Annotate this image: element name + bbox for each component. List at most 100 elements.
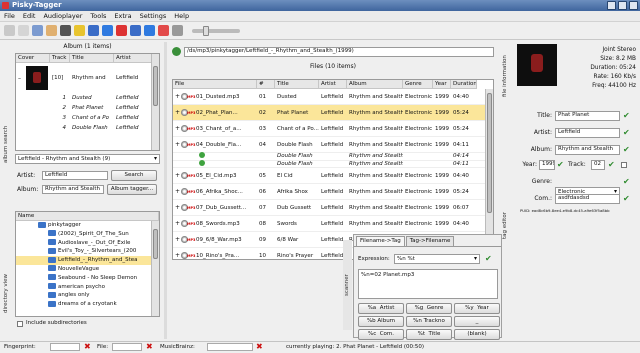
col-number[interactable]: #: [257, 80, 275, 89]
col-title[interactable]: Title: [70, 54, 114, 63]
apply-expression-icon[interactable]: ✔: [485, 255, 492, 263]
album-track-row[interactable]: 4 Double Flash Leftfield: [16, 123, 159, 133]
menu-settings[interactable]: Settings: [140, 12, 167, 20]
album-row[interactable]: – [10] Rhythm and Leftfield: [16, 63, 159, 93]
col-year[interactable]: Year: [433, 80, 451, 89]
album-track-row[interactable]: 3 Chant of a Po Leftfield: [16, 113, 159, 123]
genre-placeholder-button[interactable]: %g Genre: [406, 303, 452, 314]
search-button[interactable]: Search: [111, 170, 157, 181]
tag-editor-tab[interactable]: tag editor: [501, 112, 510, 340]
tree-item[interactable]: dreams of a cryotank: [16, 300, 159, 309]
menu-extra[interactable]: Extra: [114, 12, 131, 20]
menu-tools[interactable]: Tools: [90, 12, 106, 20]
menu-edit[interactable]: Edit: [23, 12, 36, 20]
menu-audioplayer[interactable]: Audioplayer: [43, 12, 82, 20]
file-row[interactable]: +02_Phat_Plan...02Phat PlanetLeftfieldRh…: [173, 105, 493, 121]
pause-icon[interactable]: [144, 25, 155, 36]
underscore-button[interactable]: _: [454, 316, 500, 327]
scroll-thumb[interactable]: [487, 93, 492, 213]
col-cover[interactable]: Cover: [16, 54, 50, 63]
record-icon[interactable]: [158, 25, 169, 36]
col-album[interactable]: Album: [347, 80, 403, 89]
album-list-scrollbar[interactable]: [151, 54, 159, 150]
stop-icon[interactable]: [116, 25, 127, 36]
minimize-button[interactable]: [607, 1, 616, 10]
lookup-icon[interactable]: [60, 25, 71, 36]
year-field[interactable]: 1999: [539, 160, 555, 170]
next-icon[interactable]: [130, 25, 141, 36]
collapse-icon[interactable]: –: [18, 75, 21, 82]
album-tagger-button[interactable]: Album tagger...: [107, 184, 157, 195]
expression-select[interactable]: %n %t: [394, 254, 480, 264]
tree-item[interactable]: (2002)_Spirit_Of_The_Sun: [16, 230, 159, 239]
year-placeholder-button[interactable]: %y Year: [454, 303, 500, 314]
col-track[interactable]: Track: [50, 54, 70, 63]
file-row[interactable]: +07_Dub_Gussett...07Dub GussettLeftfield…: [173, 200, 493, 216]
tree-scrollbar[interactable]: [151, 221, 159, 316]
file-row[interactable]: +01_Dusted.mp301DustedLeftfieldRhythm an…: [173, 89, 493, 105]
reload-icon[interactable]: [32, 25, 43, 36]
tree-item[interactable]: american psycho: [16, 283, 159, 292]
open-icon[interactable]: [18, 25, 29, 36]
menu-file[interactable]: File: [4, 12, 15, 20]
album-field[interactable]: Rhythm and Stealth: [555, 145, 620, 155]
track-field[interactable]: 02: [591, 160, 605, 170]
title-placeholder-button[interactable]: %t Title: [406, 329, 452, 340]
comment-field[interactable]: asdfdasdsd: [555, 194, 620, 204]
tree-item[interactable]: angles only: [16, 291, 159, 300]
maximize-button[interactable]: [618, 1, 627, 10]
tree-item[interactable]: Evil's_Toy_-_Silvertears_(200: [16, 247, 159, 256]
title-field[interactable]: Phat Planet: [555, 111, 620, 121]
col-duration[interactable]: Duration: [451, 80, 477, 89]
col-file[interactable]: File: [173, 80, 257, 89]
file-row[interactable]: +03_Chant_of_a...03Chant of a Po...Leftf…: [173, 121, 493, 137]
scroll-thumb[interactable]: [153, 66, 158, 106]
file-row[interactable]: +05_El_Cid.mp305El CidLeftfieldRhythm an…: [173, 168, 493, 184]
album-search-tab[interactable]: album search: [2, 42, 11, 247]
album-track-row[interactable]: 2 Phat Planet Leftfield: [16, 103, 159, 113]
comment-placeholder-button[interactable]: %c Com.: [358, 329, 404, 340]
col-title[interactable]: Title: [275, 80, 319, 89]
album-search-input[interactable]: Rhythm and Stealth: [42, 185, 104, 194]
trackno-placeholder-button[interactable]: %n Trackno: [406, 316, 452, 327]
play-icon[interactable]: [102, 25, 113, 36]
tree-item-selected[interactable]: Leftfield_-_Rhythm_and_Stea: [16, 256, 159, 265]
close-window-button[interactable]: [629, 1, 638, 10]
file-row[interactable]: +08_Swords.mp308SwordsLeftfieldRhythm an…: [173, 216, 493, 232]
col-artist[interactable]: Artist: [114, 54, 152, 63]
tree-header[interactable]: Name: [16, 212, 159, 221]
menu-help[interactable]: Help: [174, 12, 189, 20]
scroll-thumb[interactable]: [153, 229, 158, 259]
tab-tag-to-filename[interactable]: Tag->Filename: [405, 236, 455, 246]
left-splitter[interactable]: [164, 42, 167, 339]
col-genre[interactable]: Genre: [403, 80, 433, 89]
include-subdirectories-checkbox[interactable]: [17, 321, 23, 327]
music-note-icon[interactable]: [74, 25, 85, 36]
col-artist[interactable]: Artist: [319, 80, 347, 89]
playback-slider[interactable]: [192, 25, 240, 36]
tab-filename-to-tag[interactable]: Filename->Tag: [356, 236, 405, 246]
file-subrow[interactable]: Double Flash Rhythm and Stealth 04:11: [173, 159, 493, 168]
album-placeholder-button[interactable]: %b Album: [358, 316, 404, 327]
blank-button[interactable]: (blank): [454, 329, 500, 340]
go-up-icon[interactable]: [172, 47, 181, 56]
slider-handle[interactable]: [202, 25, 209, 36]
scanner-tab[interactable]: scanner: [343, 240, 352, 330]
album-select[interactable]: Leftfield - Rhythm and Stealth (9): [15, 154, 160, 164]
volume-icon[interactable]: [172, 25, 183, 36]
album-track-row[interactable]: 1 Dusted Leftfield: [16, 93, 159, 103]
directory-view-tab[interactable]: directory view: [2, 250, 11, 336]
previous-icon[interactable]: [88, 25, 99, 36]
edit-icon[interactable]: [46, 25, 57, 36]
file-row[interactable]: +06_Afrika_Shoc...06Afrika ShoxLeftfield…: [173, 184, 493, 200]
artist-search-input[interactable]: Leftfield: [42, 171, 108, 180]
tree-item[interactable]: NouvelleVague: [16, 265, 159, 274]
path-input[interactable]: /ds/mp3/pinkytagger/Leftfield_-_Rhythm_a…: [184, 47, 494, 57]
artist-placeholder-button[interactable]: %a Artist: [358, 303, 404, 314]
tree-item[interactable]: Seabound - No Sleep Demon: [16, 274, 159, 283]
save-icon[interactable]: [4, 25, 15, 36]
artist-field[interactable]: Leftfield: [555, 128, 620, 138]
file-information-tab[interactable]: file information: [501, 42, 510, 110]
tree-item[interactable]: pinkytagger: [16, 221, 159, 230]
file-row[interactable]: +04_Double_Fla...04Double FlashLeftfield…: [173, 137, 493, 153]
